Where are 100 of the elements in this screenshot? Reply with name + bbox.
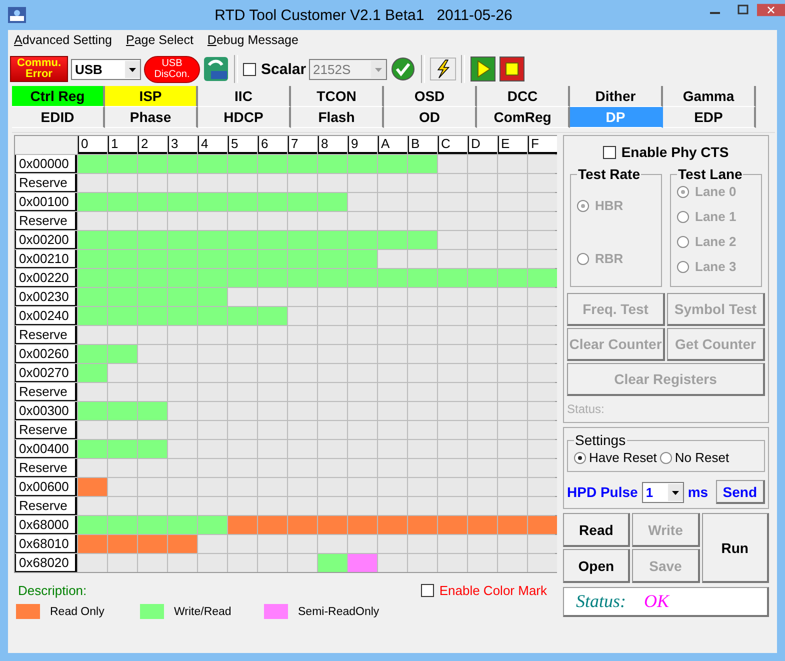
- tab[interactable]: TCON: [291, 86, 384, 107]
- row-header: 0x00230: [15, 288, 77, 306]
- menu-item[interactable]: Advanced Setting: [14, 33, 112, 49]
- tab[interactable]: Ctrl Reg: [12, 86, 105, 107]
- tab[interactable]: HDCP: [198, 107, 291, 128]
- radio-button[interactable]: [660, 452, 672, 464]
- row-header: 0x00220: [15, 269, 77, 287]
- radio-button[interactable]: [574, 452, 586, 464]
- button[interactable]: Run: [702, 513, 769, 583]
- hpd-pulse-label: HPD Pulse: [567, 484, 638, 500]
- radio-label: HBR: [595, 198, 624, 213]
- radio-label: Lane 1: [695, 209, 736, 224]
- scalar-checkbox[interactable]: [243, 62, 256, 76]
- play-icon[interactable]: [470, 56, 496, 82]
- send-button[interactable]: Send: [716, 480, 765, 504]
- column-header: D: [468, 136, 497, 154]
- tab[interactable]: Phase: [105, 107, 198, 128]
- row-header: 0x00260: [15, 345, 77, 363]
- column-header: 6: [258, 136, 287, 154]
- tab[interactable]: ComReg: [477, 107, 570, 128]
- unit-label: ms: [688, 484, 708, 500]
- row-header: 0x00270: [15, 364, 77, 382]
- tab[interactable]: Flash: [291, 107, 384, 128]
- group-title: Test Lane: [677, 166, 744, 182]
- radio-label: No Reset: [674, 450, 730, 465]
- description-label: Description:: [18, 583, 87, 598]
- column-header: 3: [168, 136, 197, 154]
- menu-item[interactable]: Page Select: [126, 33, 194, 49]
- column-header: 7: [288, 136, 317, 154]
- legend-label: Semi-ReadOnly: [298, 606, 380, 618]
- dropdown-icon: [125, 60, 140, 78]
- radio-label: Have Reset: [589, 450, 657, 465]
- column-header: E: [498, 136, 527, 154]
- tab[interactable]: OSD: [384, 86, 477, 107]
- row-header: Reserve: [15, 212, 77, 230]
- button[interactable]: Open: [563, 549, 630, 583]
- column-header: 5: [228, 136, 257, 154]
- tab[interactable]: EDID: [12, 107, 105, 128]
- tab[interactable]: IIC: [198, 86, 291, 107]
- row-header: Reserve: [15, 326, 77, 344]
- status-label: Status:: [567, 402, 606, 416]
- row-header: 0x00300: [15, 402, 77, 420]
- radio-label: Lane 3: [695, 259, 736, 274]
- column-header: 8: [318, 136, 347, 154]
- scalar-dropdown[interactable]: 2152S: [309, 58, 388, 80]
- legend-label: Write/Read: [174, 606, 232, 618]
- pulse-dropdown[interactable]: 1: [642, 482, 684, 502]
- lightning-icon[interactable]: [430, 56, 456, 82]
- grid-corner: [15, 136, 77, 154]
- tab[interactable]: EDP: [663, 107, 756, 128]
- row-header: Reserve: [15, 174, 77, 192]
- legend-label: Read Only: [50, 606, 104, 618]
- row-header: 0x00240: [15, 307, 77, 325]
- row-header: Reserve: [15, 459, 77, 477]
- row-header: Reserve: [15, 497, 77, 515]
- error-button[interactable]: Commu. Error: [10, 56, 68, 82]
- column-header: C: [438, 136, 467, 154]
- column-header: A: [378, 136, 407, 154]
- tab[interactable]: OD: [384, 107, 477, 128]
- column-header: B: [408, 136, 437, 154]
- row-header: Reserve: [15, 383, 77, 401]
- dropdown-icon: [668, 484, 683, 500]
- status-label: Status:: [576, 591, 626, 612]
- phy-cts-label: Enable Phy CTS: [621, 144, 729, 160]
- row-header: 0x00400: [15, 440, 77, 458]
- tab[interactable]: DCC: [477, 86, 570, 107]
- group-title: Settings: [574, 432, 627, 448]
- usb-icon[interactable]: [203, 56, 229, 82]
- row-header: 0x00600: [15, 478, 77, 496]
- tab[interactable]: Gamma: [663, 86, 756, 107]
- column-header: 9: [348, 136, 377, 154]
- row-header: 0x00000: [15, 155, 77, 173]
- app-icon: [8, 7, 26, 23]
- group-title: Test Rate: [577, 166, 641, 182]
- stop-icon[interactable]: [499, 56, 526, 82]
- column-header: 2: [138, 136, 167, 154]
- radio-label: RBR: [595, 251, 624, 266]
- column-header: 4: [198, 136, 227, 154]
- radio-label: Lane 2: [695, 234, 736, 249]
- interface-dropdown[interactable]: USB: [71, 58, 141, 80]
- tab[interactable]: ISP: [105, 86, 198, 107]
- color-mark-label: Enable Color Mark: [439, 583, 547, 598]
- column-header: F: [528, 136, 557, 154]
- checkmark-icon[interactable]: [390, 56, 416, 82]
- column-header: 1: [108, 136, 137, 154]
- dropdown-icon: [371, 60, 386, 78]
- row-header: Reserve: [15, 421, 77, 439]
- column-header: 0: [78, 136, 107, 154]
- scalar-label: Scalar: [261, 60, 306, 78]
- row-header: 0x68000: [15, 516, 77, 534]
- phy-cts-checkbox[interactable]: [603, 146, 616, 158]
- row-header: 0x00100: [15, 193, 77, 211]
- usb-disconnect-button[interactable]: USB DisCon.: [144, 56, 200, 82]
- tab[interactable]: Dither: [570, 86, 663, 107]
- menu-item[interactable]: Debug Message: [207, 33, 298, 49]
- button[interactable]: Read: [563, 513, 630, 547]
- window-title: RTD Tool Customer V2.1 Beta1 2011-05-26: [214, 6, 514, 24]
- color-mark-checkbox[interactable]: [421, 584, 434, 597]
- radio-label: Lane 0: [695, 184, 736, 199]
- row-header: 0x00200: [15, 231, 77, 249]
